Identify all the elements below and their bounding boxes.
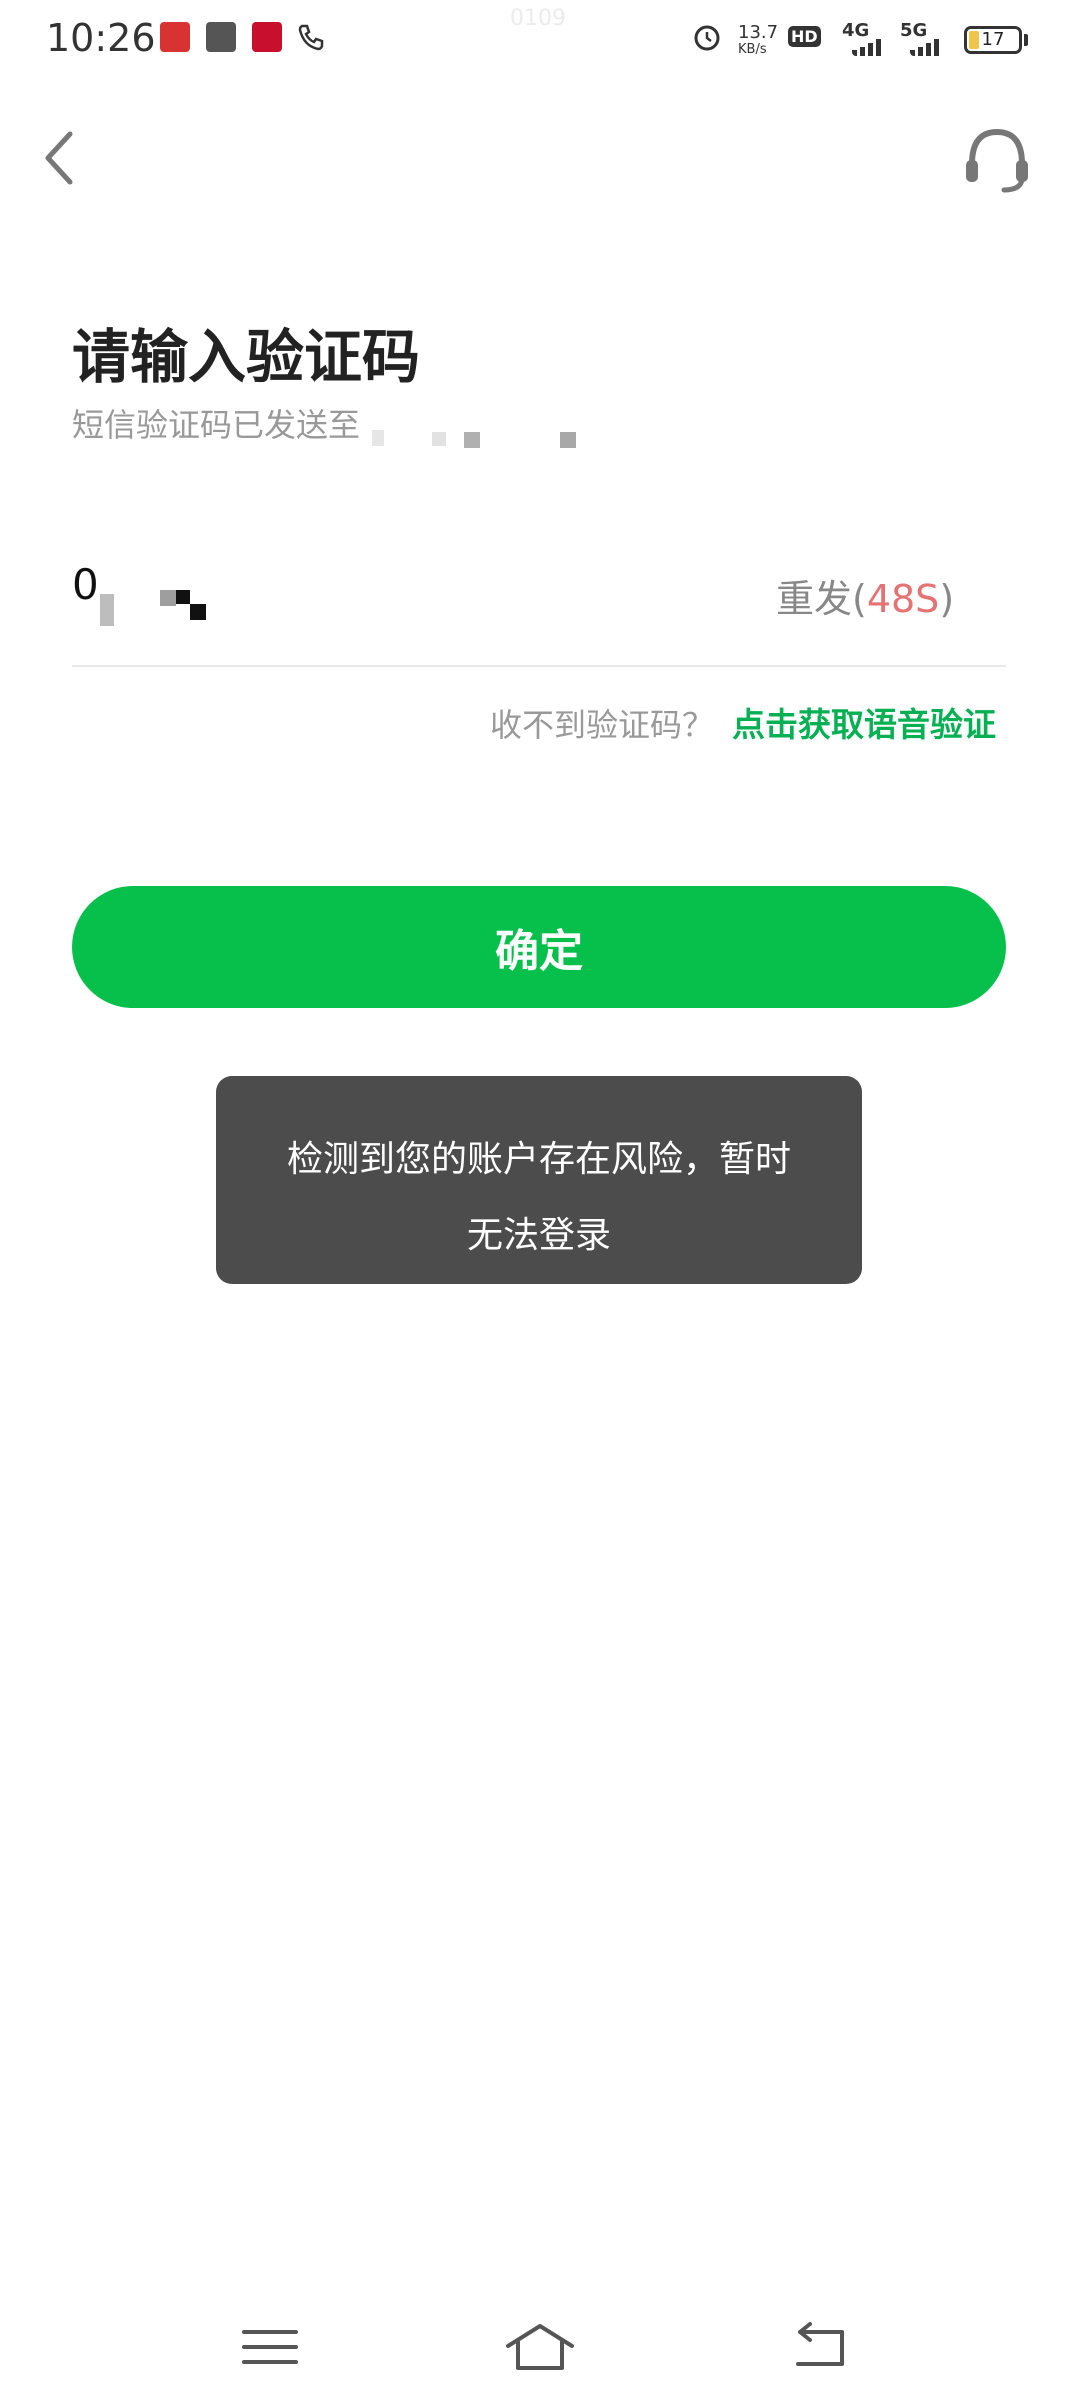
signal-4g-icon — [852, 39, 881, 56]
headset-icon[interactable] — [962, 124, 1032, 196]
input-divider — [72, 665, 1006, 667]
signal-5g-icon — [910, 39, 939, 56]
masked-code — [100, 594, 114, 626]
home-icon[interactable] — [500, 2312, 580, 2382]
masked-code-part — [176, 590, 190, 604]
phone-icon — [298, 24, 324, 51]
battery-level: 17 — [981, 29, 1005, 50]
no-code-hint: 收不到验证码？ — [490, 706, 715, 744]
app-notification-icon-1 — [160, 22, 190, 52]
resend-button[interactable]: 重发(48S) — [776, 568, 954, 623]
status-bar: 10:26 0109 13.7 KB/s HD 4G 5G 17 — [0, 0, 1080, 84]
net-speed-unit: KB/s — [738, 42, 767, 57]
alarm-icon — [694, 25, 720, 51]
sms-sent-subtitle: 短信验证码已发送至 — [72, 406, 361, 444]
net-speed-value: 13.7 — [738, 22, 779, 43]
toast-line-2: 无法登录 — [466, 1215, 611, 1256]
watermark: 0109 — [510, 6, 566, 31]
system-nav-bar — [0, 2290, 1080, 2408]
confirm-button[interactable]: 确定 — [72, 886, 1006, 1008]
verification-code-input[interactable]: 0 — [72, 560, 99, 609]
status-time: 10:26 — [46, 16, 156, 60]
app-notification-icon-3 — [252, 22, 282, 52]
menu-icon[interactable] — [230, 2312, 310, 2382]
app-notification-icon-2 — [206, 22, 236, 52]
masked-phone-number-part — [560, 432, 576, 448]
resend-suffix: ) — [939, 577, 955, 621]
battery-tip — [1024, 34, 1028, 46]
risk-toast: 检测到您的账户存在风险，暂时 无法登录 — [216, 1076, 862, 1284]
hd-badge: HD — [788, 26, 821, 47]
back-arrow-icon[interactable] — [780, 2312, 860, 2382]
page-title: 请输入验证码 — [72, 323, 421, 391]
chevron-left-icon[interactable] — [36, 126, 86, 190]
resend-label: 重发( — [776, 577, 867, 621]
battery-fill — [969, 31, 979, 49]
toast-line-1: 检测到您的账户存在风险，暂时 — [286, 1139, 791, 1180]
code-value: 0 — [72, 560, 99, 609]
battery-icon: 17 — [964, 26, 1022, 54]
masked-phone-number-part — [464, 432, 480, 448]
resend-countdown: 48S — [866, 577, 940, 621]
masked-code-part — [160, 590, 176, 606]
masked-phone-number-part — [432, 432, 446, 446]
voice-verification-link[interactable]: 点击获取语音验证 — [732, 698, 996, 746]
masked-phone-number — [372, 430, 384, 446]
masked-code-part — [190, 604, 206, 620]
